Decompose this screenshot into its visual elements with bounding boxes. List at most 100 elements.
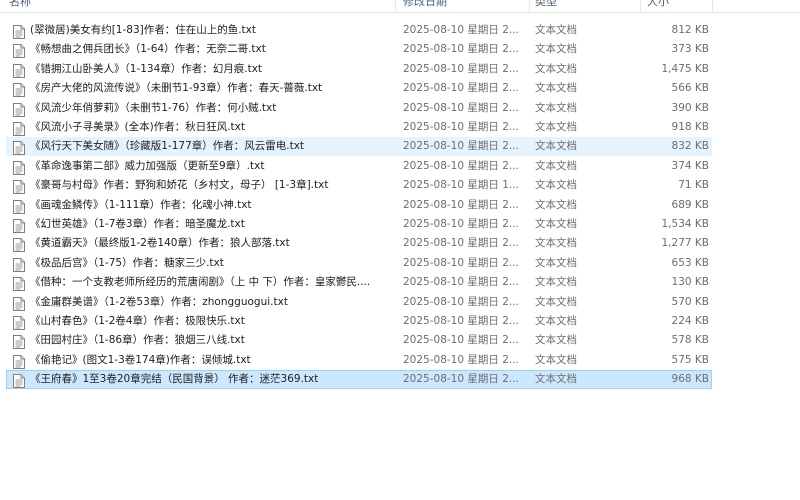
text-document-icon <box>13 296 25 311</box>
file-size: 130 KB <box>671 276 709 288</box>
file-type: 文本文档 <box>535 43 577 55</box>
file-size: 390 KB <box>671 102 709 114</box>
file-row[interactable]: 《金庸群美谱》（1-2卷53章）作者：zhongguogui.txt 2025-0… <box>6 293 712 312</box>
text-document-icon <box>13 24 25 39</box>
file-row[interactable]: 《王府春》1至3卷20章完结（民国背景） 作者：迷茫369.txt 2025-08… <box>6 370 712 389</box>
file-row[interactable]: 《极品后宫》（1-75）作者：糖家三少.txt 2025-08-10 星期日 2.… <box>6 254 712 273</box>
file-size: 373 KB <box>671 43 709 55</box>
file-name: 《偷艳记》(图文1-3卷174章)作者：误倾城.txt <box>30 354 251 366</box>
text-document-icon <box>13 82 25 97</box>
file-name: 《山村春色》（1-2卷4章）作者：极限快乐.txt <box>30 315 245 327</box>
column-header-size[interactable]: 大小 <box>647 0 669 12</box>
file-modified-date: 2025-08-10 星期日 2... <box>403 140 519 152</box>
text-document-icon <box>13 102 25 117</box>
file-name: 《幻世英雄》（1-7卷3章）作者：暗圣魔龙.txt <box>30 218 245 230</box>
text-document-icon <box>13 199 25 214</box>
file-modified-date: 2025-08-10 星期日 2... <box>403 63 519 75</box>
file-size: 224 KB <box>671 315 709 327</box>
file-name: (翠微居)美女有约[1-83]作者：住在山上的鱼.txt <box>30 24 257 36</box>
file-modified-date: 2025-08-10 星期日 2... <box>403 276 519 288</box>
column-header-date[interactable]: 修改日期 <box>403 0 447 12</box>
file-row[interactable]: 《借种：一个支教老师所经历的荒唐闹剧》（上 中 下）作者：皇家鬱民.... 202… <box>6 273 712 292</box>
file-name: 《风流小子寻美录》(全本)作者：秋日狂风.txt <box>30 121 245 133</box>
column-header-name[interactable]: 名称 <box>9 0 31 12</box>
file-row[interactable]: 《房产大佬的风流传说》（未删节1-93章）作者：春天-蔷薇.txt 2025-08… <box>6 79 712 98</box>
file-row[interactable]: 《幻世英雄》（1-7卷3章）作者：暗圣魔龙.txt 2025-08-10 星期日 … <box>6 215 712 234</box>
file-type: 文本文档 <box>535 276 577 288</box>
file-size: 832 KB <box>671 140 709 152</box>
file-modified-date: 2025-08-10 星期日 2... <box>403 296 519 308</box>
file-row[interactable]: 《风流少年俏萝莉》（未删节1-76）作者：何小贼.txt 2025-08-10 星… <box>6 99 712 118</box>
file-modified-date: 2025-08-10 星期日 2... <box>403 199 519 211</box>
file-name: 《畅想曲之佣兵团长》（1-64）作者：无奈二哥.txt <box>30 43 266 55</box>
file-size: 566 KB <box>671 82 709 94</box>
file-type: 文本文档 <box>535 160 577 172</box>
file-type: 文本文档 <box>535 373 577 385</box>
file-name: 《田园村庄》（1-86章）作者：狼烟三八线.txt <box>30 334 245 346</box>
file-row[interactable]: 《田园村庄》（1-86章）作者：狼烟三八线.txt 2025-08-10 星期日 … <box>6 331 712 350</box>
file-name: 《错拥江山卧美人》（1-134章）作者：幻月痕.txt <box>30 63 263 75</box>
file-type: 文本文档 <box>535 179 577 191</box>
file-size: 575 KB <box>671 354 709 366</box>
file-row[interactable]: 《风流小子寻美录》(全本)作者：秋日狂风.txt 2025-08-10 星期日 2… <box>6 118 712 137</box>
file-type: 文本文档 <box>535 237 577 249</box>
file-modified-date: 2025-08-10 星期日 2... <box>403 354 519 366</box>
file-size: 578 KB <box>671 334 709 346</box>
text-document-icon <box>13 43 25 58</box>
file-size: 653 KB <box>671 257 709 269</box>
column-divider[interactable] <box>395 0 396 12</box>
file-name: 《革命逸事第二部》威力加强版（更新至9章）.txt <box>30 160 265 172</box>
file-name: 《王府春》1至3卷20章完结（民国背景） 作者：迷茫369.txt <box>30 373 319 385</box>
text-document-icon <box>13 179 25 194</box>
file-size: 570 KB <box>671 296 709 308</box>
file-modified-date: 2025-08-10 星期日 2... <box>403 82 519 94</box>
file-row[interactable]: 《错拥江山卧美人》（1-134章）作者：幻月痕.txt 2025-08-10 星期… <box>6 60 712 79</box>
file-name: 《豪哥与村母》作者：野狗和娇花（乡村文，母子） [1-3章].txt <box>30 179 329 191</box>
file-modified-date: 2025-08-10 星期日 1... <box>403 179 519 191</box>
text-document-icon <box>13 354 25 369</box>
column-divider[interactable] <box>640 0 641 12</box>
file-modified-date: 2025-08-10 星期日 2... <box>403 237 519 249</box>
column-divider[interactable] <box>529 0 530 12</box>
file-type: 文本文档 <box>535 296 577 308</box>
text-document-icon <box>13 63 25 78</box>
file-size: 689 KB <box>671 199 709 211</box>
file-row[interactable]: 《畅想曲之佣兵团长》（1-64）作者：无奈二哥.txt 2025-08-10 星期… <box>6 40 712 59</box>
file-row[interactable]: 《豪哥与村母》作者：野狗和娇花（乡村文，母子） [1-3章].txt 2025-0… <box>6 176 712 195</box>
file-row[interactable]: 《风行天下美女随》（珍藏版1-177章）作者：风云雷电.txt 2025-08-1… <box>6 137 712 156</box>
file-row[interactable]: 《革命逸事第二部》威力加强版（更新至9章）.txt 2025-08-10 星期日 … <box>6 157 712 176</box>
file-name: 《金庸群美谱》（1-2卷53章）作者：zhongguogui.txt <box>30 296 288 308</box>
file-size: 1,277 KB <box>661 237 710 249</box>
file-row[interactable]: 《偷艳记》(图文1-3卷174章)作者：误倾城.txt 2025-08-10 星期… <box>6 351 712 370</box>
file-name: 《画魂金鳞传》（1-111章）作者：化魂小神.txt <box>30 199 252 211</box>
text-document-icon <box>13 121 25 136</box>
file-name: 《黄道霸天》（最终版1-2卷140章）作者：狼人部落.txt <box>30 237 290 249</box>
file-modified-date: 2025-08-10 星期日 2... <box>403 373 519 385</box>
file-type: 文本文档 <box>535 121 577 133</box>
file-row[interactable]: 《黄道霸天》（最终版1-2卷140章）作者：狼人部落.txt 2025-08-10… <box>6 234 712 253</box>
file-row[interactable]: (翠微居)美女有约[1-83]作者：住在山上的鱼.txt 2025-08-10 星… <box>6 21 712 40</box>
file-type: 文本文档 <box>535 82 577 94</box>
text-document-icon <box>13 334 25 349</box>
file-name: 《风流少年俏萝莉》（未删节1-76）作者：何小贼.txt <box>30 102 277 114</box>
file-row[interactable]: 《画魂金鳞传》（1-111章）作者：化魂小神.txt 2025-08-10 星期日… <box>6 196 712 215</box>
file-type: 文本文档 <box>535 63 577 75</box>
file-name: 《风行天下美女随》（珍藏版1-177章）作者：风云雷电.txt <box>30 140 305 152</box>
text-document-icon <box>13 140 25 155</box>
column-divider[interactable] <box>712 0 713 12</box>
file-size: 374 KB <box>671 160 709 172</box>
file-size: 71 KB <box>678 179 709 191</box>
file-type: 文本文档 <box>535 334 577 346</box>
file-size: 918 KB <box>671 121 709 133</box>
file-type: 文本文档 <box>535 257 577 269</box>
text-document-icon <box>13 373 25 388</box>
file-type: 文本文档 <box>535 218 577 230</box>
column-header-type[interactable]: 类型 <box>535 0 557 12</box>
file-modified-date: 2025-08-10 星期日 2... <box>403 121 519 133</box>
file-type: 文本文档 <box>535 354 577 366</box>
file-explorer-view: 名称 修改日期 类型 大小 (翠微居)美女有约[1-83]作者：住在山上的鱼.t… <box>0 0 800 500</box>
file-row[interactable]: 《山村春色》（1-2卷4章）作者：极限快乐.txt 2025-08-10 星期日 … <box>6 312 712 331</box>
file-type: 文本文档 <box>535 102 577 114</box>
file-type: 文本文档 <box>535 315 577 327</box>
file-size: 812 KB <box>671 24 709 36</box>
